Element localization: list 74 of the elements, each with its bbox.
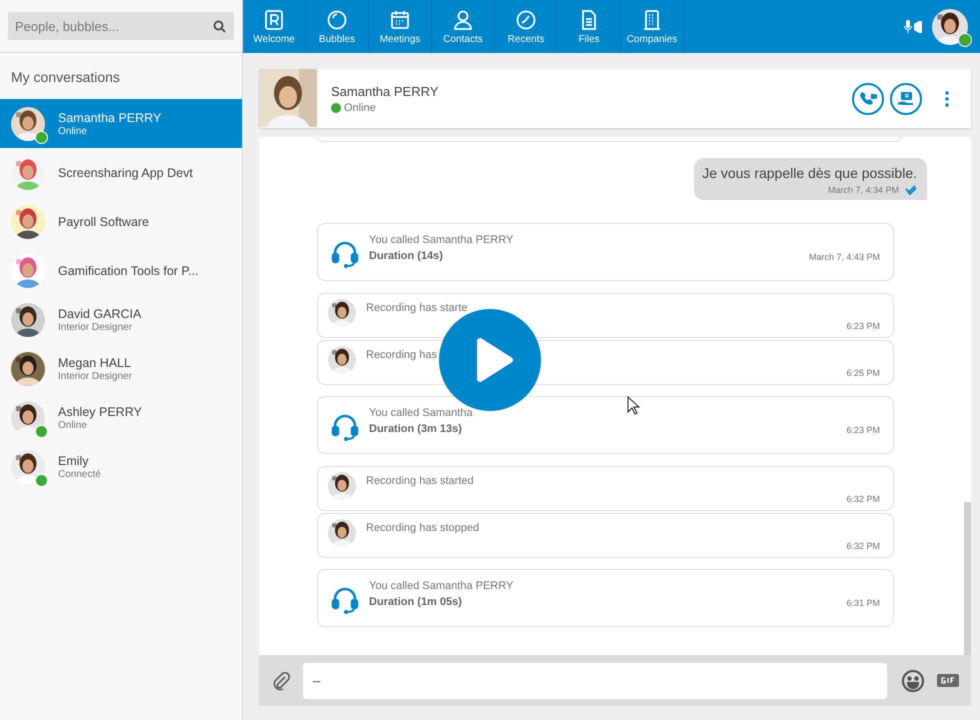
conversation-item[interactable]: Samantha PERRY Online: [0, 99, 242, 148]
conversation-item[interactable]: Gamification Tools for P...: [0, 246, 242, 295]
recording-text: Recording has starte: [366, 301, 468, 316]
conversation-name: Payroll Software: [58, 214, 150, 228]
conversation-status: Connecté: [58, 468, 101, 480]
emoji-icon[interactable]: [901, 668, 925, 692]
conversation-name: Screensharing App Devt: [58, 166, 193, 180]
message-text: Je vous rappelle dès que possible.: [702, 165, 917, 181]
clock-icon: [515, 8, 537, 30]
conversation-status: Interior Designer: [58, 322, 133, 332]
logo-icon: [263, 8, 285, 30]
conversation-name: Emily: [58, 454, 90, 468]
message-field[interactable]: –: [303, 662, 887, 698]
circle-icon: [326, 8, 348, 30]
headset-icon: [331, 240, 359, 268]
nav-tab[interactable]: Files: [558, 0, 621, 53]
microphone-camera-icon[interactable]: [904, 20, 924, 34]
nav-tab[interactable]: Meetings: [369, 0, 432, 53]
nav-tab[interactable]: Companies: [621, 0, 684, 53]
recording-text: Recording has started: [366, 474, 474, 489]
call-title: You called Samantha PERRY: [369, 234, 514, 246]
recording-text: Recording has: [366, 348, 437, 363]
conversation-name: David GARCIA: [58, 306, 142, 320]
gif-icon[interactable]: [937, 674, 959, 687]
call-duration: Duration (14s): [369, 250, 444, 262]
call-duration: Duration (3m 13s): [369, 423, 463, 435]
event-time: 6:25 PM: [846, 368, 880, 378]
headset-icon: [331, 413, 359, 441]
event-time: 6:32 PM: [846, 541, 880, 551]
play-icon: [474, 337, 514, 383]
search-icon: [213, 20, 226, 33]
person-icon: [452, 8, 474, 30]
conversation-name: Ashley PERRY: [58, 404, 142, 418]
conversation-status: Online: [58, 420, 88, 430]
more-icon[interactable]: [945, 90, 949, 106]
conversation-name: Gamification Tools for P...: [58, 264, 199, 278]
conversation-item[interactable]: Screensharing App Devt: [0, 148, 242, 197]
conversation-status: Online: [58, 126, 88, 136]
recording-text: Recording has stopped: [366, 521, 480, 536]
event-time: March 7, 4:43 PM: [808, 252, 880, 262]
calendar-icon: [389, 8, 411, 30]
contact-name: Samantha PERRY: [331, 84, 438, 98]
conversation-name: Megan HALL: [58, 356, 132, 370]
headset-icon: [331, 586, 359, 614]
search-field[interactable]: People, bubbles...: [8, 12, 234, 40]
nav-tab[interactable]: Recents: [495, 0, 558, 53]
conversation-item[interactable]: Megan HALL Interior Designer: [0, 344, 242, 393]
screen-share-icon: [897, 90, 915, 106]
nav-tab[interactable]: Bubbles: [306, 0, 369, 53]
call-title: You called Samantha PERRY: [369, 580, 514, 592]
call-button[interactable]: [852, 82, 884, 114]
paperclip-icon[interactable]: [271, 670, 291, 690]
screen-share-button[interactable]: [890, 82, 922, 114]
conversation-item[interactable]: Ashley PERRY Online: [0, 393, 242, 442]
conversation-item[interactable]: Emily Connecté: [0, 442, 242, 491]
nav-tab[interactable]: Welcome: [243, 0, 306, 53]
conversation-item[interactable]: David GARCIA Interior Designer: [0, 295, 242, 344]
call-title: You called Samantha: [369, 407, 473, 419]
cursor-icon: [627, 396, 640, 415]
event-time: 6:31 PM: [846, 598, 880, 608]
event-time: 6:23 PM: [846, 425, 880, 435]
event-time: 6:23 PM: [846, 321, 880, 331]
scrollbar[interactable]: [964, 502, 971, 655]
call-duration: Duration (1m 05s): [369, 596, 463, 608]
contact-status: Online: [344, 102, 376, 114]
nav-tab[interactable]: Contacts: [432, 0, 495, 53]
phone-video-icon: [859, 90, 877, 106]
conversation-name: Samantha PERRY: [58, 110, 162, 124]
building-icon: [641, 8, 663, 30]
section-title: My conversations: [10, 68, 121, 87]
conversation-status: Interior Designer: [58, 370, 132, 382]
event-time: 6:32 PM: [846, 494, 880, 504]
message-time: March 7, 4:34 PM: [828, 185, 899, 195]
conversation-item[interactable]: Payroll Software: [0, 197, 242, 246]
